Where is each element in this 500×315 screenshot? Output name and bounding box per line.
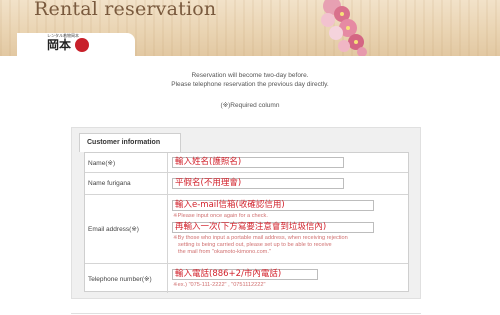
- email-check-hint: ※Please input once again for a check.: [173, 213, 268, 219]
- mobile-mail-hint-line2: setting is being carried out, please set…: [178, 242, 332, 248]
- mobile-mail-hint-line3: the mail from "okamoto-kimono.com.": [178, 249, 271, 255]
- name-annotation: 輸入姓名(護照名): [175, 157, 242, 167]
- logo-text: 岡本: [47, 38, 72, 52]
- header-banner: Rental reservation レンタル着物岡本 岡本: [0, 0, 500, 56]
- telephone-note: Please telephone reservation the previou…: [171, 81, 329, 88]
- furigana-annotation: 平假名(不用理會): [175, 178, 242, 188]
- page-title: Rental reservation: [34, 0, 217, 20]
- mobile-mail-hint-line1: ※By those who input a portable mail addr…: [173, 235, 348, 241]
- customer-form-table: Name(※) 輸入姓名(護照名) Name furigana 平假名(不用理會…: [84, 152, 409, 293]
- email-label: Email address(※): [85, 195, 168, 263]
- email-confirm-annotation: 再輸入一次(下方寫要注意會到垃圾信內): [175, 222, 327, 232]
- email-annotation: 輸入e-mail信箱(收確認信用): [175, 200, 285, 210]
- section-tab-customer-information: Customer information: [79, 133, 181, 152]
- form-row-email: Email address(※) 輸入e-mail信箱(收確認信用) ※Plea…: [85, 195, 408, 264]
- form-row-furigana: Name furigana 平假名(不用理會): [85, 173, 408, 195]
- telephone-example-hint: ※ex.) "075-111-2222" , "0751112222": [173, 282, 266, 288]
- required-note: (※)Required column: [220, 102, 280, 109]
- divider: [71, 313, 421, 314]
- form-row-telephone: Telephone number(※) 輸入電話(886+2/市內電話) ※ex…: [85, 264, 408, 293]
- logo-emblem-icon: [75, 38, 89, 52]
- furigana-label: Name furigana: [85, 173, 168, 194]
- form-row-name: Name(※) 輸入姓名(護照名): [85, 153, 408, 173]
- brand-logo[interactable]: レンタル着物岡本 岡本: [17, 33, 135, 56]
- name-label: Name(※): [85, 153, 168, 172]
- telephone-annotation: 輸入電話(886+2/市內電話): [175, 269, 282, 279]
- reservation-note: Reservation will become two-day before.: [191, 72, 309, 79]
- cherry-blossom-decoration: [321, 0, 367, 56]
- telephone-label: Telephone number(※): [85, 264, 168, 293]
